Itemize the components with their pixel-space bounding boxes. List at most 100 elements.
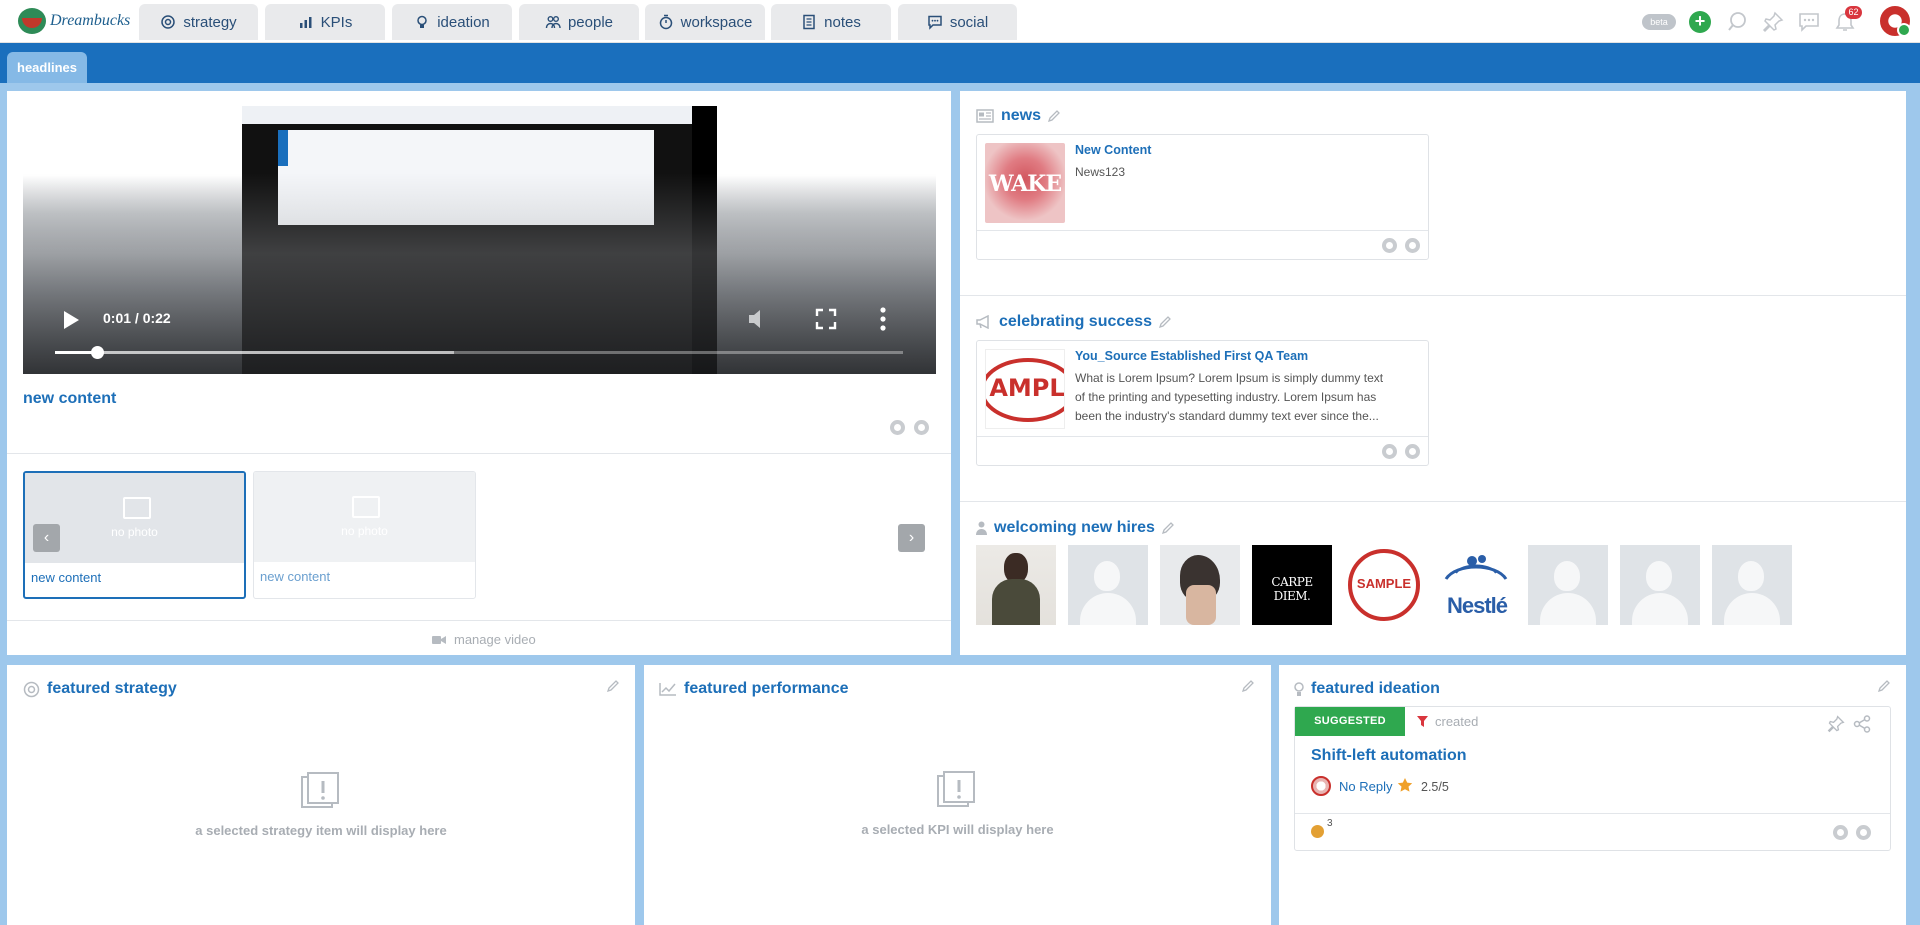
page-scrollbar[interactable]	[1910, 83, 1920, 925]
success-title-text: celebrating success	[999, 313, 1152, 330]
edit-pencil-icon[interactable]	[1048, 110, 1060, 122]
strategy-title-text: featured strategy	[47, 680, 177, 697]
newspaper-icon	[976, 109, 994, 123]
nav-tab-ideation[interactable]: ideation	[392, 4, 512, 40]
new-hire-photo[interactable]	[976, 545, 1056, 625]
edit-pencil-icon[interactable]	[1158, 316, 1171, 328]
notification-count-badge: 62	[1845, 6, 1862, 19]
video-camera-icon	[432, 635, 446, 644]
reaction-icon[interactable]	[1382, 238, 1397, 253]
idea-card[interactable]: SUGGESTED created Shift-left automation …	[1294, 706, 1891, 851]
video-title: new content	[23, 390, 116, 408]
performance-title-text: featured performance	[684, 680, 849, 697]
people-icon	[545, 16, 561, 29]
comments-icon[interactable]	[1798, 11, 1820, 33]
divider	[7, 453, 951, 454]
reaction-emoji-icon[interactable]	[1311, 825, 1324, 838]
edit-pencil-icon[interactable]	[607, 680, 619, 692]
filter-label: created	[1435, 714, 1479, 729]
success-card[interactable]: AMPL You_Source Established First QA Tea…	[976, 340, 1429, 466]
lightbulb-icon	[1294, 681, 1304, 696]
divider	[7, 620, 951, 621]
idea-title[interactable]: Shift-left automation	[1311, 747, 1467, 765]
new-hire-photo[interactable]: SAMPLE	[1344, 545, 1424, 625]
fullscreen-icon[interactable]	[814, 307, 838, 331]
news-thumbnail-text: WAKE	[988, 171, 1062, 197]
new-hire-photo[interactable]: CARPE DIEM.	[1252, 545, 1332, 625]
hire-body	[992, 579, 1040, 625]
nav-tab-label: workspace	[680, 13, 753, 31]
more-options-icon[interactable]	[879, 306, 887, 332]
hires-section-title: welcoming new hires	[976, 519, 1174, 537]
manage-video-link[interactable]: manage video	[432, 632, 536, 647]
comment-count-icon[interactable]	[1856, 825, 1871, 840]
news-section-title: news	[976, 107, 1060, 125]
comment-count-icon[interactable]	[914, 420, 929, 435]
image-placeholder-icon	[352, 496, 380, 518]
app-logo[interactable]: Dreambucks	[18, 7, 130, 35]
idea-rating: 2.5/5	[1421, 780, 1449, 794]
news-card[interactable]: WAKE New Content News123	[976, 134, 1429, 260]
nav-tab-kpis[interactable]: KPIs	[265, 4, 385, 40]
new-hire-placeholder[interactable]	[1620, 545, 1700, 625]
tab-headlines[interactable]: headlines	[7, 52, 87, 83]
video-time: 0:01 / 0:22	[103, 310, 171, 326]
new-hire-placeholder[interactable]	[1528, 545, 1608, 625]
news-item-title[interactable]: New Content	[1075, 143, 1151, 157]
pin-icon[interactable]	[1827, 715, 1845, 733]
featured-ideation-title: featured ideation	[1294, 680, 1440, 698]
play-icon[interactable]	[61, 309, 81, 331]
success-item-body: What is Lorem Ipsum? Lorem Ipsum is simp…	[1075, 369, 1383, 426]
nav-tab-workspace[interactable]: workspace	[645, 4, 765, 40]
hire-tile-text: CARPE DIEM.	[1271, 575, 1313, 603]
pin-icon[interactable]	[1762, 11, 1784, 33]
body-line: What is Lorem Ipsum? Lorem Ipsum is simp…	[1075, 371, 1384, 385]
reaction-icon[interactable]	[890, 420, 905, 435]
video-thumb-card[interactable]: no photo new content	[253, 471, 476, 599]
reaction-icon[interactable]	[1382, 444, 1397, 459]
carousel-next-button[interactable]: ›	[898, 524, 925, 552]
edit-pencil-icon[interactable]	[1878, 680, 1890, 692]
comment-count-icon[interactable]	[1405, 238, 1420, 253]
nav-tab-strategy[interactable]: strategy	[139, 4, 258, 40]
author-avatar[interactable]	[1311, 776, 1331, 796]
video-title-text: new content	[23, 390, 117, 407]
chat-icon	[928, 15, 942, 30]
featured-performance-title: featured performance	[659, 680, 849, 698]
share-icon[interactable]	[1853, 715, 1871, 733]
user-avatar[interactable]	[1880, 6, 1911, 37]
divider	[960, 295, 1906, 296]
body-line: been the industry's standard dummy text …	[1075, 409, 1379, 423]
logo-cup-icon	[18, 8, 46, 34]
success-card-footer	[977, 436, 1428, 465]
nav-tab-people[interactable]: people	[519, 4, 639, 40]
carousel-prev-button[interactable]: ‹	[33, 524, 60, 552]
reaction-icon[interactable]	[1833, 825, 1848, 840]
new-hire-photo[interactable]: Nestlé	[1436, 545, 1516, 625]
ideation-title-text: featured ideation	[1311, 680, 1440, 697]
volume-muted-icon[interactable]	[745, 306, 771, 332]
new-hire-placeholder[interactable]	[1712, 545, 1792, 625]
featured-strategy-title: featured strategy	[23, 680, 177, 698]
video-player[interactable]: 0:01 / 0:22	[23, 106, 936, 374]
hire-neck	[1186, 585, 1216, 625]
nav-tab-notes[interactable]: notes	[771, 4, 891, 40]
filter-tag: created	[1417, 714, 1478, 729]
nav-tab-label: ideation	[437, 13, 490, 31]
comment-count-icon[interactable]	[1405, 444, 1420, 459]
new-hire-photo[interactable]	[1160, 545, 1240, 625]
thumb-caption: new content	[260, 569, 331, 584]
search-icon[interactable]	[1726, 11, 1748, 33]
edit-pencil-icon[interactable]	[1161, 522, 1174, 534]
image-placeholder-icon	[123, 497, 151, 519]
new-hire-placeholder[interactable]	[1068, 545, 1148, 625]
add-button[interactable]: +	[1689, 11, 1711, 33]
reply-status[interactable]: No Reply	[1339, 779, 1392, 794]
success-item-title[interactable]: You_Source Established First QA Team	[1075, 349, 1308, 363]
hire-tile-text: SAMPLE	[1356, 576, 1412, 591]
video-overlay	[23, 106, 936, 374]
nest-logo-icon	[1444, 555, 1508, 580]
video-progress-bar[interactable]	[55, 346, 903, 359]
edit-pencil-icon[interactable]	[1242, 680, 1254, 692]
nav-tab-social[interactable]: social	[898, 4, 1017, 40]
